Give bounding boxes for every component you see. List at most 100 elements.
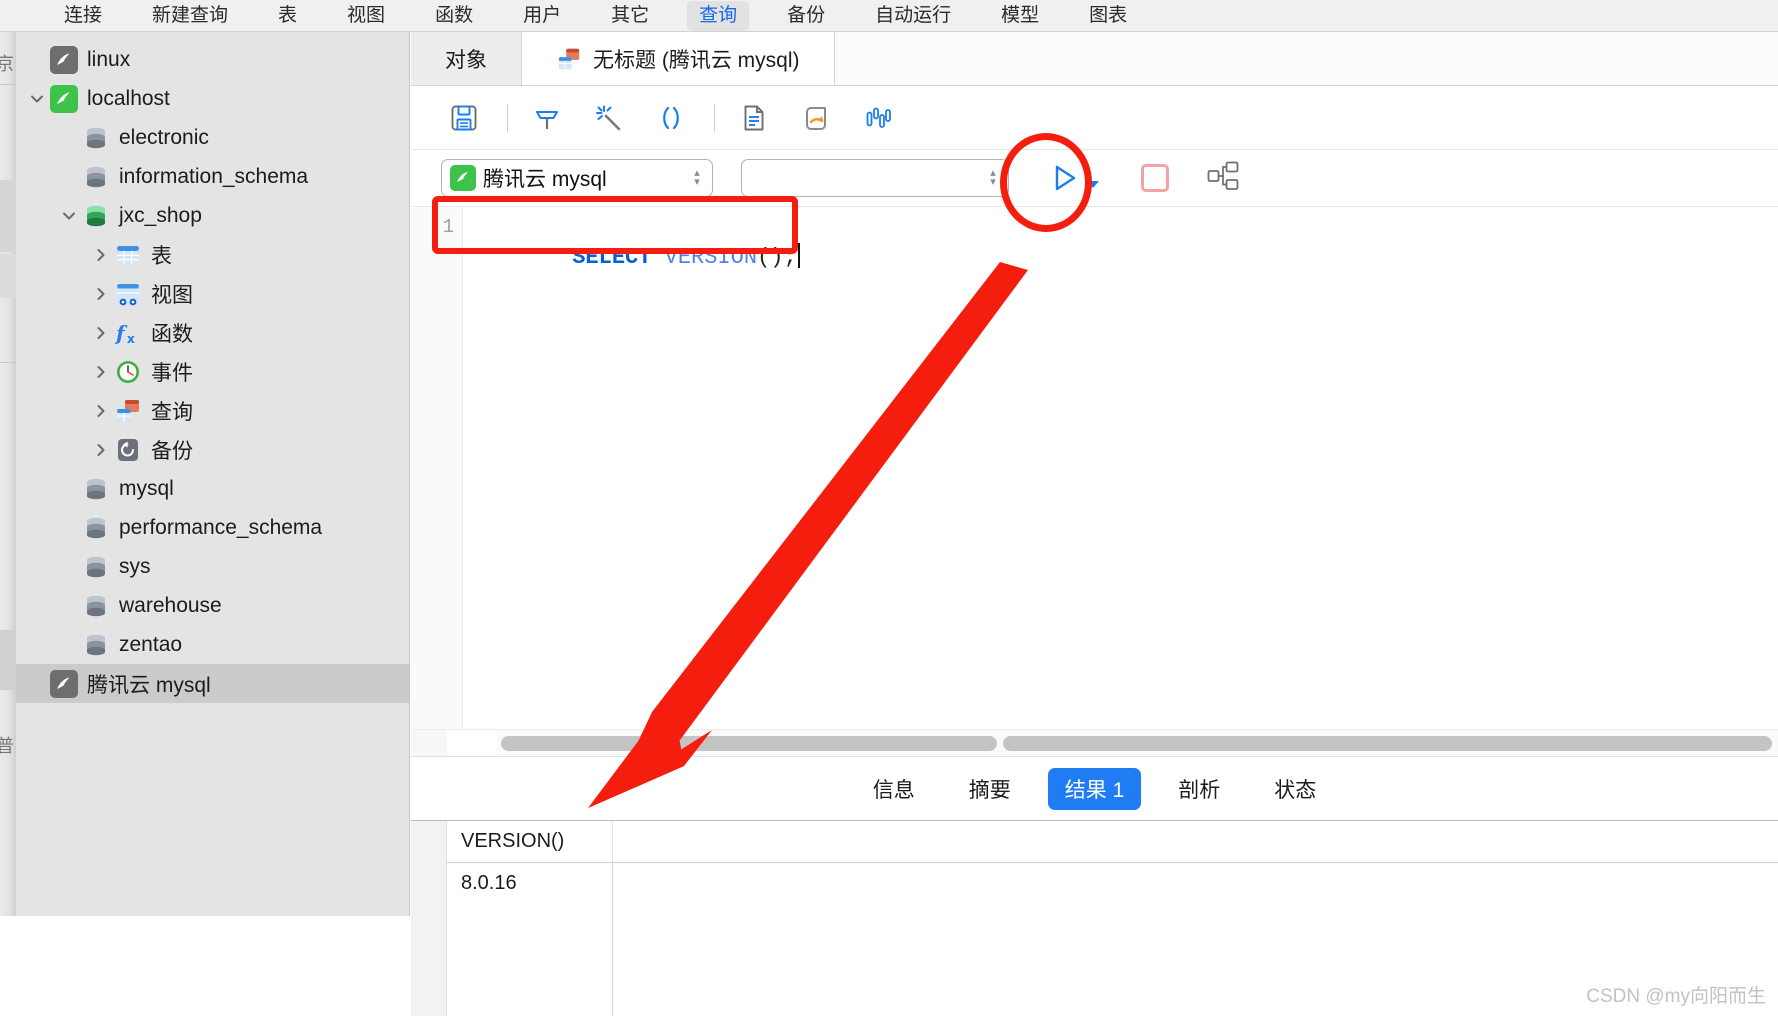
chevron-right-icon[interactable] bbox=[88, 246, 114, 264]
pane-tab-1[interactable]: 无标题 (腾讯云 mysql) bbox=[522, 32, 835, 85]
database-gray-icon bbox=[87, 595, 105, 616]
chevron-down-icon[interactable] bbox=[56, 207, 82, 225]
chevron-right-icon[interactable] bbox=[88, 402, 114, 420]
database-select[interactable]: 腾讯云 mysql ▴ ▾ bbox=[441, 159, 713, 197]
sidebar-item-表[interactable]: 表 bbox=[16, 235, 409, 274]
app-window: 连接 新建查询表视图 函数 用户 其它 查询 备份 自动运行 模型 图表 京 普 linux loc… bbox=[0, 0, 1778, 1016]
menu-item-3[interactable]: 视图 bbox=[335, 1, 397, 31]
pane-tabbar: 对象 无标题 (腾讯云 mysql) bbox=[411, 32, 1778, 86]
menubar-left-spacer bbox=[0, 0, 52, 31]
sidebar-item-mysql[interactable]: mysql bbox=[16, 469, 409, 508]
run-dropdown-caret-icon[interactable] bbox=[1087, 180, 1099, 188]
sidebar-item-label: electronic bbox=[119, 125, 209, 149]
svg-text:x: x bbox=[127, 332, 135, 346]
sidebar-item-information_schema[interactable]: information_schema bbox=[16, 157, 409, 196]
result-tab-4[interactable]: 状态 bbox=[1257, 768, 1333, 810]
chevron-right-icon[interactable] bbox=[88, 324, 114, 342]
sidebar-item-performance_schema[interactable]: performance_schema bbox=[16, 508, 409, 547]
toolbar-separator bbox=[507, 103, 508, 132]
sidebar-item-查询[interactable]: 查询 bbox=[16, 391, 409, 430]
sql-editor[interactable]: 1 SELECT VERSION(); bbox=[411, 206, 1778, 729]
menu-item-8[interactable]: 备份 bbox=[775, 1, 837, 31]
connection-tree-sidebar[interactable]: linux localhost electronic information_sche… bbox=[16, 32, 410, 916]
menu-item-6[interactable]: 其它 bbox=[599, 1, 661, 31]
sql-space bbox=[651, 245, 664, 270]
sidebar-item-函数[interactable]: f x 函数 bbox=[16, 313, 409, 352]
sidebar-item-视图[interactable]: 视图 bbox=[16, 274, 409, 313]
sidebar-item-zentao[interactable]: zentao bbox=[16, 625, 409, 664]
left-strip-divider bbox=[0, 362, 16, 363]
main-menubar: 连接 新建查询表视图 函数 用户 其它 查询 备份 自动运行 模型 图表 bbox=[0, 0, 1778, 32]
event-clock-icon bbox=[117, 360, 139, 383]
left-strip-block bbox=[0, 630, 16, 690]
tabbar-filler bbox=[834, 32, 1778, 85]
sidebar-item-localhost[interactable]: localhost bbox=[16, 79, 409, 118]
scrollbar-thumb[interactable] bbox=[501, 736, 997, 751]
column-header-blank bbox=[613, 821, 1778, 862]
parentheses-icon[interactable] bbox=[648, 95, 694, 141]
left-strip-divider bbox=[0, 84, 16, 85]
connection-bar: 腾讯云 mysql ▴ ▾ ▴ ▾ bbox=[411, 150, 1778, 206]
chevron-down-icon[interactable] bbox=[24, 90, 50, 108]
explain-structure-button[interactable] bbox=[1207, 161, 1239, 196]
table-row[interactable]: 8.0.16 bbox=[447, 863, 1778, 1016]
left-strip-block bbox=[0, 180, 16, 252]
column-header-0[interactable]: VERSION() bbox=[447, 821, 613, 862]
collapsed-left-panel[interactable]: 京 普 bbox=[0, 32, 16, 916]
sidebar-item-warehouse[interactable]: warehouse bbox=[16, 586, 409, 625]
chevron-right-icon[interactable] bbox=[88, 285, 114, 303]
editor-horizontal-scrollbar[interactable] bbox=[411, 729, 1778, 757]
result-tab-0[interactable]: 信息 bbox=[856, 768, 932, 810]
sql-code-line[interactable]: SELECT VERSION(); bbox=[493, 215, 800, 300]
chevron-updown-icon[interactable]: ▴ ▾ bbox=[984, 168, 1002, 188]
sidebar-item-linux[interactable]: linux bbox=[16, 40, 409, 79]
schema-select[interactable]: ▴ ▾ bbox=[741, 159, 1009, 197]
menu-item-9[interactable]: 自动运行 bbox=[863, 1, 963, 31]
export-arrow-icon[interactable] bbox=[793, 95, 839, 141]
sidebar-item-electronic[interactable]: electronic bbox=[16, 118, 409, 157]
query-builder-icon[interactable] bbox=[524, 95, 570, 141]
database-gray-icon bbox=[87, 556, 105, 577]
sidebar-item-腾讯云 mysql[interactable]: 腾讯云 mysql bbox=[16, 664, 409, 703]
menu-item-4[interactable]: 函数 bbox=[423, 1, 485, 31]
sidebar-item-label: performance_schema bbox=[119, 515, 323, 539]
chart-bars-icon[interactable] bbox=[855, 95, 901, 141]
menu-item-11[interactable]: 图表 bbox=[1077, 1, 1139, 31]
sidebar-item-事件[interactable]: 事件 bbox=[16, 352, 409, 391]
menu-item-5[interactable]: 用户 bbox=[511, 1, 573, 31]
menu-item-2[interactable]: 表 bbox=[266, 1, 309, 31]
sidebar-item-sys[interactable]: sys bbox=[16, 547, 409, 586]
stop-button[interactable] bbox=[1141, 164, 1169, 192]
svg-text:f: f bbox=[114, 321, 128, 345]
menu-item-10[interactable]: 模型 bbox=[989, 1, 1051, 31]
sidebar-item-label: zentao bbox=[119, 632, 183, 656]
menu-item-7[interactable]: 查询 bbox=[687, 0, 750, 31]
result-tab-3[interactable]: 剖析 bbox=[1161, 768, 1237, 810]
run-button[interactable] bbox=[1047, 161, 1099, 195]
backup-icon bbox=[118, 438, 138, 461]
result-tab-1[interactable]: 摘要 bbox=[952, 768, 1028, 810]
menu-item-1[interactable]: 新建查询 bbox=[140, 1, 240, 31]
query-icon bbox=[558, 48, 580, 69]
mysql-green-icon bbox=[50, 84, 78, 113]
save-icon[interactable] bbox=[441, 95, 487, 141]
result-grid[interactable]: VERSION() 8.0.16 bbox=[411, 820, 1778, 1016]
sql-punctuation: (); bbox=[757, 245, 797, 270]
toolbar-separator bbox=[714, 103, 715, 132]
chevron-right-icon[interactable] bbox=[88, 363, 114, 381]
chevron-right-icon[interactable] bbox=[88, 441, 114, 459]
sidebar-item-jxc_shop[interactable]: jxc_shop bbox=[16, 196, 409, 235]
cell-value-0[interactable]: 8.0.16 bbox=[447, 863, 613, 1016]
beautify-wand-icon[interactable] bbox=[586, 95, 632, 141]
chevron-updown-icon[interactable]: ▴ ▾ bbox=[688, 168, 706, 188]
sidebar-item-备份[interactable]: 备份 bbox=[16, 430, 409, 469]
mysql-gray-icon bbox=[50, 45, 78, 74]
sidebar-item-label: mysql bbox=[119, 476, 174, 500]
scrollbar-thumb-right[interactable] bbox=[1003, 736, 1772, 751]
query-icon bbox=[117, 399, 139, 422]
text-document-icon[interactable] bbox=[731, 95, 777, 141]
result-tab-2[interactable]: 结果 1 bbox=[1047, 767, 1142, 810]
pane-tab-0[interactable]: 对象 bbox=[411, 32, 522, 85]
menu-item-0[interactable]: 连接 bbox=[52, 1, 114, 31]
database-gray-icon bbox=[87, 166, 105, 187]
